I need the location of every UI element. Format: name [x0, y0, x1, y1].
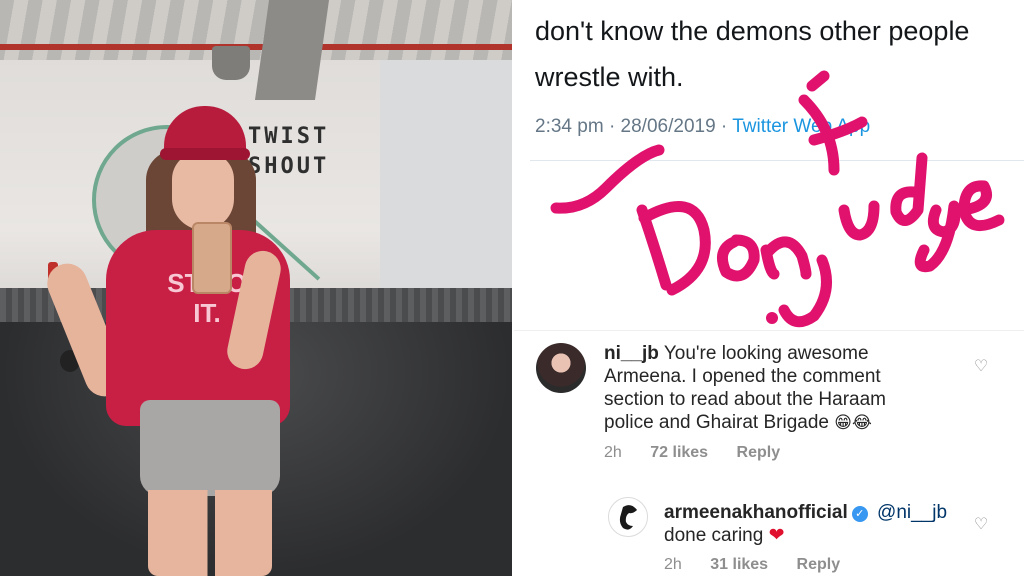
wall-sign-line1: TWIST — [248, 124, 330, 149]
ceiling-beam — [254, 0, 330, 100]
comment-age: 2h — [604, 444, 622, 461]
comment: ni__jb You're looking awesome Armeena. I… — [604, 342, 924, 434]
comment-username[interactable]: armeenakhanofficial — [664, 502, 848, 523]
legs — [148, 490, 272, 576]
comment-body: done caring — [664, 525, 764, 546]
handwriting-dot — [766, 312, 778, 324]
handwriting-stroke — [806, 70, 830, 92]
red-heart-emoji: ❤ — [768, 525, 785, 546]
comment-username[interactable]: ni__jb — [604, 343, 659, 364]
heart-outline-icon[interactable]: ♡ — [972, 516, 990, 534]
face — [172, 152, 234, 230]
handwriting-stroke — [914, 200, 961, 273]
wall-sign: TWIST SHOUT — [248, 122, 329, 182]
reply-button[interactable]: Reply — [797, 556, 841, 573]
handwriting-stroke — [550, 144, 665, 214]
handwriting-stroke — [798, 94, 868, 176]
heart-outline-icon[interactable]: ♡ — [972, 358, 990, 376]
comment-meta: 2h 72 likes Reply — [604, 444, 804, 462]
right-panel: don't know the demons other people wrest… — [514, 0, 1024, 576]
handwriting-stroke — [890, 152, 928, 226]
verified-badge-icon: ✓ — [851, 506, 868, 522]
red-pipe — [0, 44, 512, 50]
avatar-logo-icon — [619, 505, 637, 530]
handwritten-dont-judge — [550, 70, 1005, 328]
handwriting-stroke — [636, 200, 711, 296]
comment-meta: 2h 31 likes Reply — [664, 556, 864, 574]
ceiling — [0, 0, 512, 60]
mention-link[interactable]: @ni__jb — [877, 502, 947, 523]
handwriting-stroke — [958, 180, 1005, 232]
selfie-photo: TWIST SHOUT ST DO IT. — [0, 0, 512, 576]
comment-age: 2h — [664, 556, 682, 573]
grey-shorts — [140, 400, 280, 496]
wall-sign-line2: SHOUT — [248, 154, 330, 179]
comments-divider — [514, 330, 1024, 331]
ceiling-lamp — [212, 46, 250, 80]
avatar[interactable] — [536, 343, 586, 393]
back-wall — [380, 60, 512, 290]
handwriting-stroke — [838, 200, 880, 241]
handwriting-stroke — [716, 234, 760, 282]
avatar[interactable] — [608, 497, 648, 537]
phone — [192, 222, 232, 294]
comment-likes[interactable]: 72 likes — [650, 444, 708, 461]
emoji-grin-laugh: 😁😂 — [834, 413, 872, 432]
handwriting-stroke — [760, 236, 812, 280]
cap-brim — [160, 148, 250, 160]
reply-button[interactable]: Reply — [737, 444, 781, 461]
comment-reply: armeenakhanofficial ✓ @ni__jb done caring… — [664, 501, 994, 547]
comment-likes[interactable]: 31 likes — [710, 556, 768, 573]
